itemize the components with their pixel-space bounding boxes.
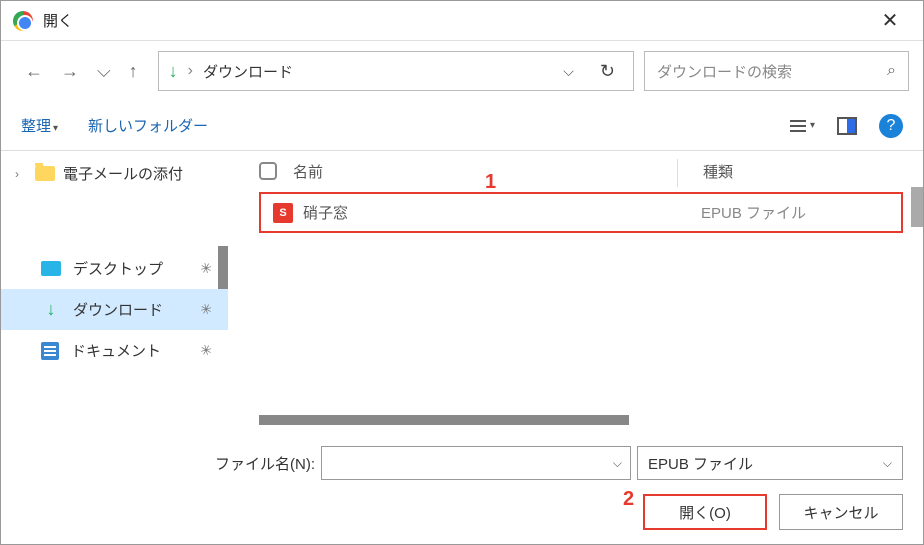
sidebar-item-desktop[interactable]: デスクトップ ✳ [1, 248, 228, 289]
search-box[interactable]: ダウンロードの検索 ⌕ [644, 51, 909, 91]
filename-label: ファイル名(N): [215, 453, 315, 474]
bottom-section: ファイル名(N): ⌵ EPUB ファイル ⌵ 2 開く(O) キャンセル [1, 425, 923, 544]
file-list: 名前 種類 1 S 硝子窓 EPUB ファイル [229, 151, 923, 425]
toolbar: 整理▾ 新しいフォルダー ▾ ? [1, 101, 923, 151]
desktop-icon [41, 261, 61, 276]
annotation-1: 1 [485, 171, 496, 194]
pin-icon[interactable]: ✳ [197, 340, 216, 361]
preview-pane-button[interactable] [837, 117, 857, 135]
sidebar-item-label: デスクトップ [73, 258, 163, 279]
pin-icon[interactable]: ✳ [197, 299, 216, 320]
download-icon: ↓ [41, 299, 61, 320]
cancel-button[interactable]: キャンセル [779, 494, 903, 530]
nav-bar: ← → ⌵ ↑ ↓ › ダウンロード ⌵ ↻ ダウンロードの検索 ⌕ [1, 41, 923, 101]
sidebar-item-documents[interactable]: ドキュメント ✳ [1, 330, 228, 371]
chevron-down-icon[interactable]: ⌵ [613, 456, 622, 471]
sidebar-item-label: ダウンロード [73, 299, 163, 320]
select-all-checkbox[interactable] [259, 162, 277, 180]
path-dropdown-icon[interactable]: ⌵ [555, 63, 582, 80]
download-arrow-icon: ↓ [169, 61, 178, 82]
path-separator-icon: › [188, 62, 193, 80]
up-button[interactable]: ↑ [129, 61, 138, 82]
refresh-button[interactable]: ↻ [592, 61, 623, 82]
chevron-right-icon[interactable]: › [15, 167, 27, 181]
sidebar-item-downloads[interactable]: ↓ ダウンロード ✳ [1, 289, 228, 330]
search-placeholder: ダウンロードの検索 [657, 61, 792, 82]
pin-icon[interactable]: ✳ [197, 258, 216, 279]
path-box[interactable]: ↓ › ダウンロード ⌵ ↻ [158, 51, 634, 91]
chevron-down-icon: ⌵ [883, 456, 892, 471]
filename-input[interactable]: ⌵ [321, 446, 631, 480]
column-type[interactable]: 種類 [703, 161, 903, 182]
open-button[interactable]: 開く(O) [643, 494, 767, 530]
folder-icon [35, 166, 55, 181]
document-icon [41, 342, 59, 360]
close-button[interactable]: ✕ [875, 8, 905, 33]
file-type-filter[interactable]: EPUB ファイル ⌵ [637, 446, 903, 480]
back-button[interactable]: ← [25, 61, 43, 82]
new-folder-button[interactable]: 新しいフォルダー [88, 115, 208, 136]
sidebar-item-label: ドキュメント [71, 340, 161, 361]
path-current[interactable]: ダウンロード [203, 61, 293, 82]
forward-button[interactable]: → [61, 61, 79, 82]
epub-file-icon: S [273, 203, 293, 223]
file-type: EPUB ファイル [701, 202, 901, 223]
file-hscrollbar[interactable] [259, 415, 629, 425]
chrome-icon [13, 11, 33, 31]
dialog-title: 開く [43, 10, 73, 31]
filter-label: EPUB ファイル [648, 453, 753, 474]
file-row[interactable]: S 硝子窓 EPUB ファイル [259, 192, 903, 233]
file-name: 硝子窓 [303, 202, 701, 223]
sidebar: › 電子メールの添付 デスクトップ ✳ ↓ ダウンロード ✳ ドキュメント ✳ [1, 151, 229, 425]
view-mode-button[interactable]: ▾ [790, 120, 815, 132]
column-headers: 名前 種類 [229, 151, 923, 192]
annotation-2: 2 [623, 488, 634, 511]
search-icon: ⌕ [887, 62, 896, 80]
help-button[interactable]: ? [879, 114, 903, 138]
tree-label: 電子メールの添付 [63, 163, 183, 184]
recent-dropdown[interactable]: ⌵ [97, 61, 111, 82]
tree-item-email[interactable]: › 電子メールの添付 [1, 155, 228, 192]
organize-menu[interactable]: 整理▾ [21, 115, 58, 136]
title-bar: 開く ✕ [1, 1, 923, 41]
